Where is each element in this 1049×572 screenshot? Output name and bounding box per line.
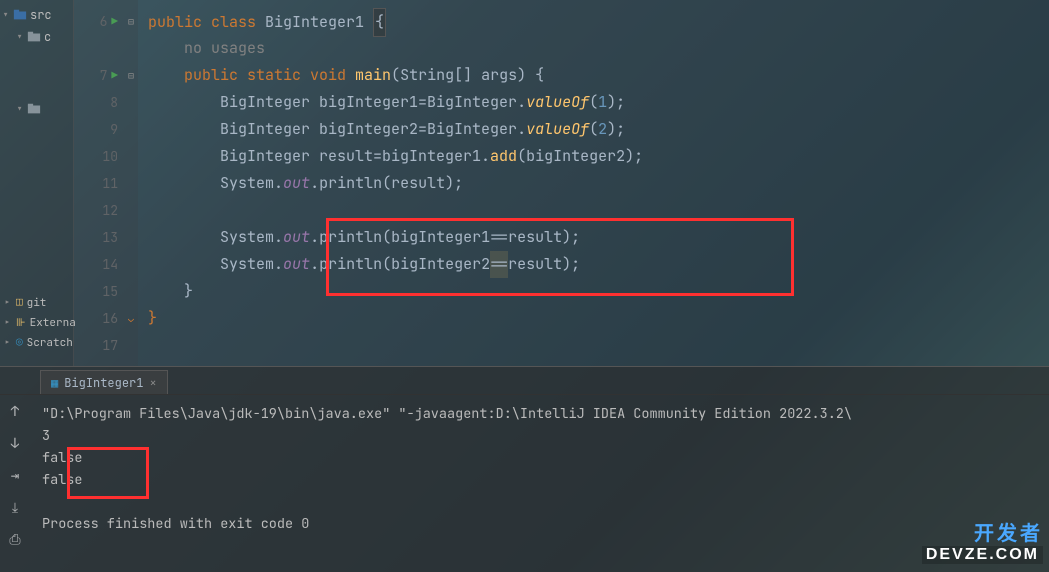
code-line[interactable]: public class BigInteger1 { <box>138 8 1049 35</box>
wrap-icon[interactable]: ⇥ <box>6 467 24 485</box>
console-line: "D:\Program Files\Java\jdk-19\bin\java.e… <box>42 403 1037 425</box>
console-output[interactable]: "D:\Program Files\Java\jdk-19\bin\java.e… <box>30 395 1049 572</box>
chevron-right-icon: ▸ <box>4 296 12 310</box>
tree-label: Externa <box>30 316 76 330</box>
tree-item-scratch[interactable]: ▸ ◎ Scratch <box>4 336 76 350</box>
code-line[interactable]: System.out.println(result); <box>138 170 1049 197</box>
run-gutter-icon[interactable]: ▶ <box>111 15 118 29</box>
fold-icon[interactable]: ⊟ <box>124 8 138 35</box>
code-line[interactable] <box>138 197 1049 224</box>
scratch-icon: ◎ <box>16 336 23 350</box>
editor-gutter[interactable]: 6▶ 7▶ 8 9 10 11 12 13 14 15 16 17 <box>74 0 124 366</box>
chevron-down-icon: ▾ <box>16 29 24 45</box>
tree-bottom-items: ▸ ◫ git ▸ ⊪ Externa ▸ ◎ Scratch <box>4 296 76 350</box>
line-number: 7 <box>100 67 108 84</box>
code-line[interactable]: System.out.println(bigInteger2==result); <box>138 251 1049 278</box>
fold-gutter[interactable]: ⊟ ⊟ ⌄ <box>124 0 138 366</box>
down-icon[interactable]: ↓ <box>6 435 24 453</box>
line-number: 11 <box>102 175 118 192</box>
line-number: 9 <box>110 121 118 138</box>
fold-icon[interactable]: ⊟ <box>124 62 138 89</box>
tree-item-src[interactable]: ▾ src <box>2 4 71 26</box>
close-icon[interactable]: × <box>149 375 156 391</box>
tree-item-git[interactable]: ▸ ◫ git <box>4 296 76 310</box>
tree-label: git <box>27 296 47 310</box>
line-number: 15 <box>102 283 118 300</box>
up-icon[interactable]: ↑ <box>6 403 24 421</box>
tree-label: Scratch <box>27 336 73 350</box>
top-area: ▾ src ▾ c ▾ <box>0 0 1049 366</box>
tree-label: src <box>30 7 52 23</box>
console-line: false <box>42 447 1037 469</box>
chevron-right-icon: ▸ <box>4 336 12 350</box>
run-tab[interactable]: ▦ BigInteger1 × <box>40 370 168 394</box>
code-line[interactable]: public static void main(String[] args) { <box>138 62 1049 89</box>
code-line[interactable]: BigInteger result=bigInteger1.add(bigInt… <box>138 143 1049 170</box>
tree-item-folder[interactable]: ▾ c <box>2 26 71 48</box>
chevron-down-icon: ▾ <box>16 101 24 117</box>
git-icon: ◫ <box>16 296 23 310</box>
console-line <box>42 491 1037 513</box>
code-line[interactable]: } <box>138 305 1049 332</box>
line-number: 16 <box>102 310 118 327</box>
code-line[interactable] <box>138 332 1049 359</box>
line-number: 10 <box>102 148 118 165</box>
library-icon: ⊪ <box>16 316 26 330</box>
code-line[interactable]: } <box>138 278 1049 305</box>
code-editor[interactable]: public class BigInteger1 { no usages pub… <box>138 0 1049 366</box>
run-tabs: ▦ BigInteger1 × <box>0 367 1049 395</box>
print-icon[interactable]: ⎙ <box>6 531 24 549</box>
line-number: 6 <box>100 13 108 30</box>
folder-icon <box>27 30 41 44</box>
ide-root: ▾ src ▾ c ▾ <box>0 0 1049 572</box>
tree-item-external[interactable]: ▸ ⊪ Externa <box>4 316 76 330</box>
line-number: 8 <box>110 94 118 111</box>
run-panel: ▦ BigInteger1 × ↑ ↓ ⇥ ⤓ ⎙ "D:\Program Fi… <box>0 366 1049 572</box>
tree-item-folder[interactable]: ▾ <box>2 98 71 120</box>
line-number: 17 <box>102 337 118 354</box>
run-toolbar: ↑ ↓ ⇥ ⤓ ⎙ <box>0 395 30 572</box>
watermark: 开发者 DEVZE.COM <box>922 517 1043 564</box>
folder-icon <box>27 102 41 116</box>
tree-item[interactable] <box>2 48 71 98</box>
console-line: 3 <box>42 425 1037 447</box>
code-hint: no usages <box>138 35 1049 62</box>
scroll-icon[interactable]: ⤓ <box>6 499 24 517</box>
tree-label: c <box>44 29 51 45</box>
code-line[interactable]: BigInteger bigInteger2=BigInteger.valueO… <box>138 116 1049 143</box>
code-line[interactable]: BigInteger bigInteger1=BigInteger.valueO… <box>138 89 1049 116</box>
line-number: 12 <box>102 202 118 219</box>
chevron-right-icon: ▸ <box>4 316 12 330</box>
watermark-text: DEVZE.COM <box>922 546 1043 564</box>
console-area: ↑ ↓ ⇥ ⤓ ⎙ "D:\Program Files\Java\jdk-19\… <box>0 395 1049 572</box>
console-line: Process finished with exit code 0 <box>42 513 1037 535</box>
run-config-icon: ▦ <box>51 375 58 391</box>
console-line: false <box>42 469 1037 491</box>
line-number: 14 <box>102 256 118 273</box>
run-gutter-icon[interactable]: ▶ <box>111 69 118 83</box>
chevron-down-icon: ▾ <box>2 7 10 23</box>
code-line[interactable]: System.out.println(bigInteger1==result); <box>138 224 1049 251</box>
tab-label: BigInteger1 <box>64 375 143 391</box>
watermark-text: 开发者 <box>922 517 1043 546</box>
line-number: 13 <box>102 229 118 246</box>
folder-icon <box>13 8 27 22</box>
